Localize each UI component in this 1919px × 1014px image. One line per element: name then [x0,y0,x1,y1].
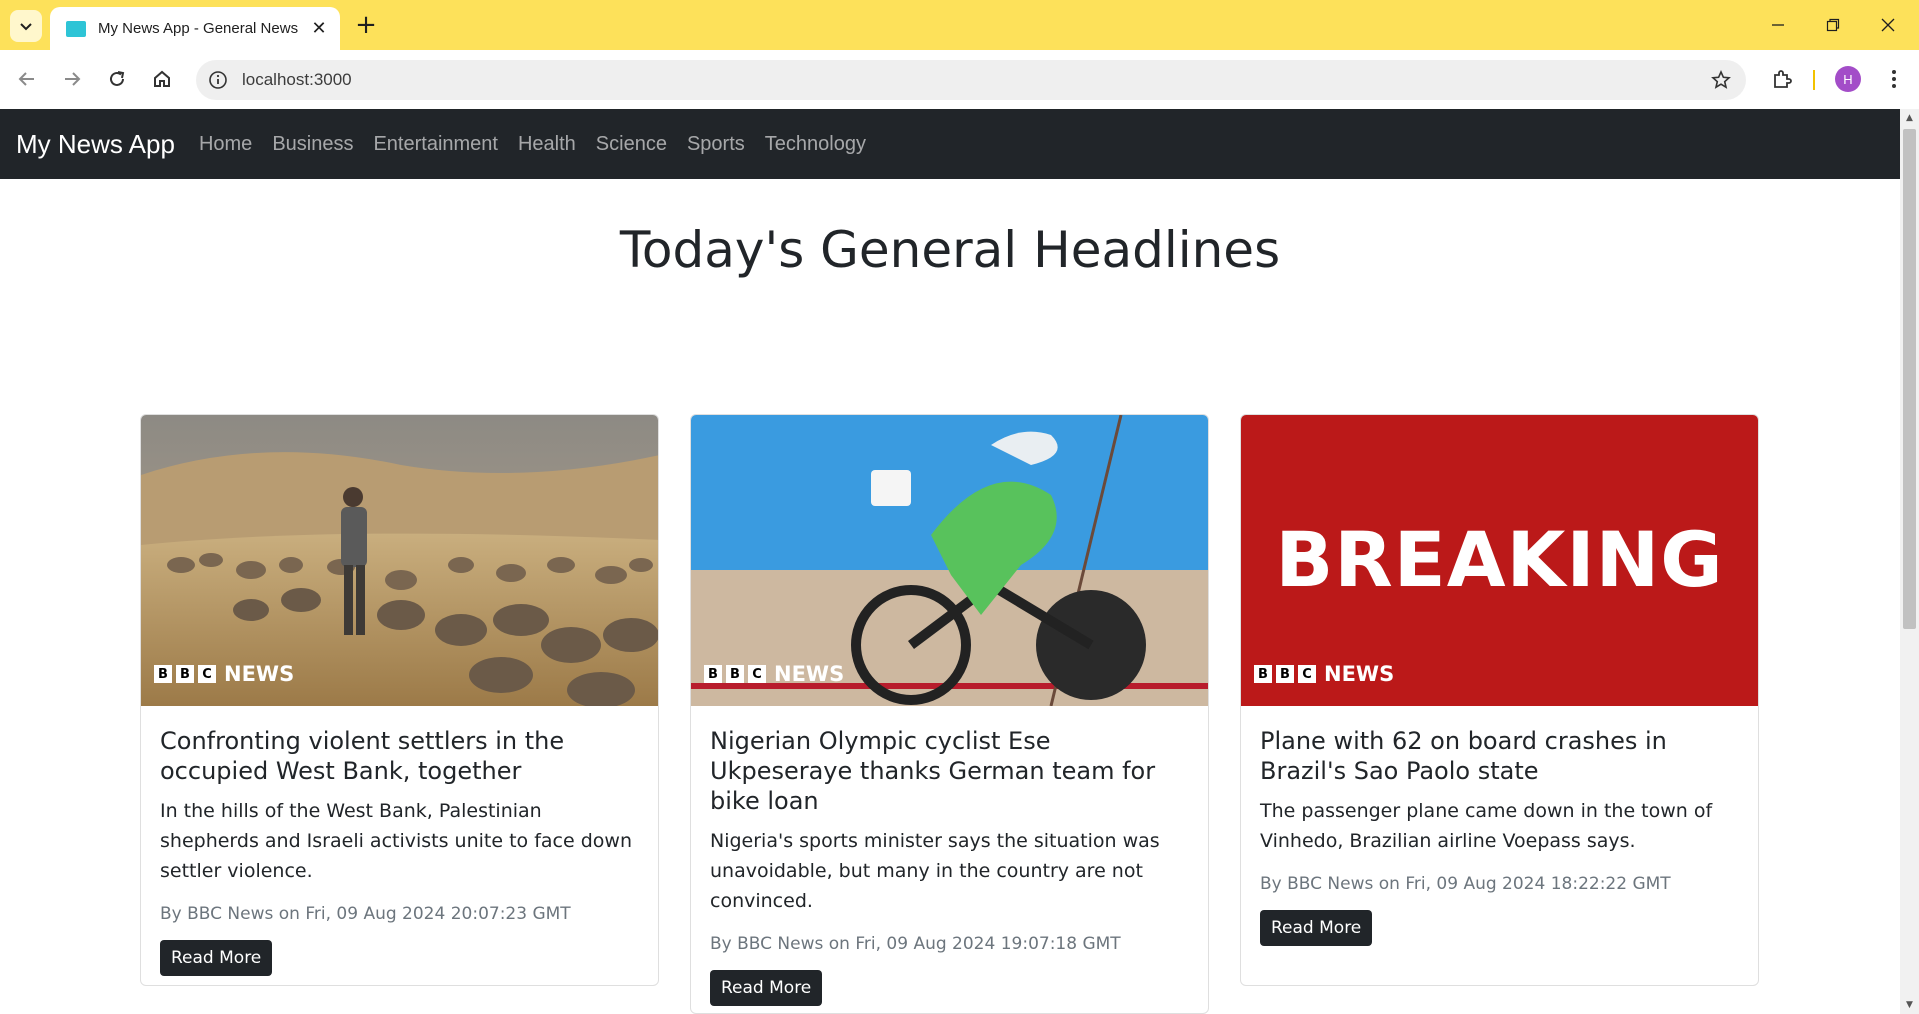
home-icon [154,70,170,87]
site-info-icon[interactable] [206,68,230,92]
close-icon [1881,18,1895,32]
news-card: BBC NEWS Confronting violent settlers in… [140,414,659,986]
tab-close-button[interactable]: ✕ [308,18,330,40]
bbc-news-logo: BBC NEWS [704,662,844,686]
read-more-button[interactable]: Read More [1260,910,1373,946]
address-bar[interactable]: localhost:3000 [196,60,1746,100]
tab-search-button[interactable] [10,10,42,42]
read-more-button[interactable]: Read More [710,970,823,1006]
bbc-news-logo: BBC NEWS [1254,662,1394,686]
bbc-news-logo: BBC NEWS [154,662,294,686]
nav-link-health[interactable]: Health [518,133,576,156]
news-image-breaking: BREAKING BBC NEWS [1241,415,1758,706]
nav-links: Home Business Entertainment Health Scien… [199,133,886,156]
news-image-shepherd: BBC NEWS [141,415,658,706]
browser-menu-icon[interactable] [1877,62,1911,96]
page-viewport: My News App Home Business Entertainment … [0,109,1900,1014]
card-body: Plane with 62 on board crashes in Brazil… [1241,706,1758,966]
page-scrollbar[interactable]: ▲ ▼ [1900,109,1919,1014]
scroll-up-arrow-icon[interactable]: ▲ [1900,109,1919,127]
window-minimize-button[interactable] [1760,9,1796,41]
window-close-button[interactable] [1870,9,1906,41]
bookmark-star-icon[interactable] [1704,63,1738,97]
read-more-button[interactable]: Read More [160,940,273,976]
scrollbar-thumb[interactable] [1903,129,1916,629]
navbar-brand[interactable]: My News App [16,129,175,160]
card-body: Nigerian Olympic cyclist Ese Ukpeseraye … [691,706,1208,1013]
reload-icon [110,71,125,86]
card-meta: By BBC News on Fri, 09 Aug 2024 19:07:18… [710,934,1121,954]
window-restore-button[interactable] [1815,9,1851,41]
nav-link-entertainment[interactable]: Entertainment [373,133,498,156]
restore-icon [1826,18,1840,32]
breaking-banner-text: BREAKING [1275,515,1724,604]
favicon-icon [66,20,86,37]
site-navbar: My News App Home Business Entertainment … [0,109,1900,179]
url-text[interactable]: localhost:3000 [242,70,1704,90]
card-meta: By BBC News on Fri, 09 Aug 2024 20:07:23… [160,904,571,924]
card-meta: By BBC News on Fri, 09 Aug 2024 18:22:22… [1260,874,1671,894]
scroll-down-arrow-icon[interactable]: ▼ [1900,996,1919,1014]
card-body: Confronting violent settlers in the occu… [141,706,658,985]
nav-link-home[interactable]: Home [199,133,252,156]
toolbar-separator [1813,70,1815,90]
tab-title: My News App - General News [98,20,299,37]
back-button[interactable] [10,62,44,96]
reload-button[interactable] [100,62,134,96]
minimize-icon [1772,24,1784,26]
nav-link-science[interactable]: Science [596,133,667,156]
browser-tabstrip: My News App - General News ✕ + [0,0,1919,50]
card-title: Confronting violent settlers in the occu… [160,727,565,785]
chevron-down-icon [20,23,32,31]
news-card: BREAKING BBC NEWS Plane with 62 on board… [1240,414,1759,986]
news-image-cyclist: BBC NEWS [691,415,1208,706]
arrow-right-icon [65,72,81,86]
forward-button[interactable] [55,62,89,96]
card-description: Nigeria's sports minister says the situa… [710,830,1160,912]
news-card: BBC NEWS Nigerian Olympic cyclist Ese Uk… [690,414,1209,1014]
new-tab-button[interactable]: + [352,10,380,40]
profile-avatar[interactable]: H [1835,66,1861,92]
extensions-icon[interactable] [1765,62,1799,96]
nav-link-technology[interactable]: Technology [765,133,866,156]
nav-link-sports[interactable]: Sports [687,133,745,156]
browser-toolbar: localhost:3000 H [0,50,1919,109]
home-button[interactable] [145,62,179,96]
arrow-left-icon [18,72,34,86]
card-description: The passenger plane came down in the tow… [1260,800,1713,852]
card-description: In the hills of the West Bank, Palestini… [160,800,632,882]
browser-tab[interactable]: My News App - General News ✕ [50,7,340,50]
page-title: Today's General Headlines [619,221,1281,279]
card-title: Nigerian Olympic cyclist Ese Ukpeseraye … [710,727,1156,815]
nav-link-business[interactable]: Business [272,133,353,156]
card-title: Plane with 62 on board crashes in Brazil… [1260,727,1667,785]
